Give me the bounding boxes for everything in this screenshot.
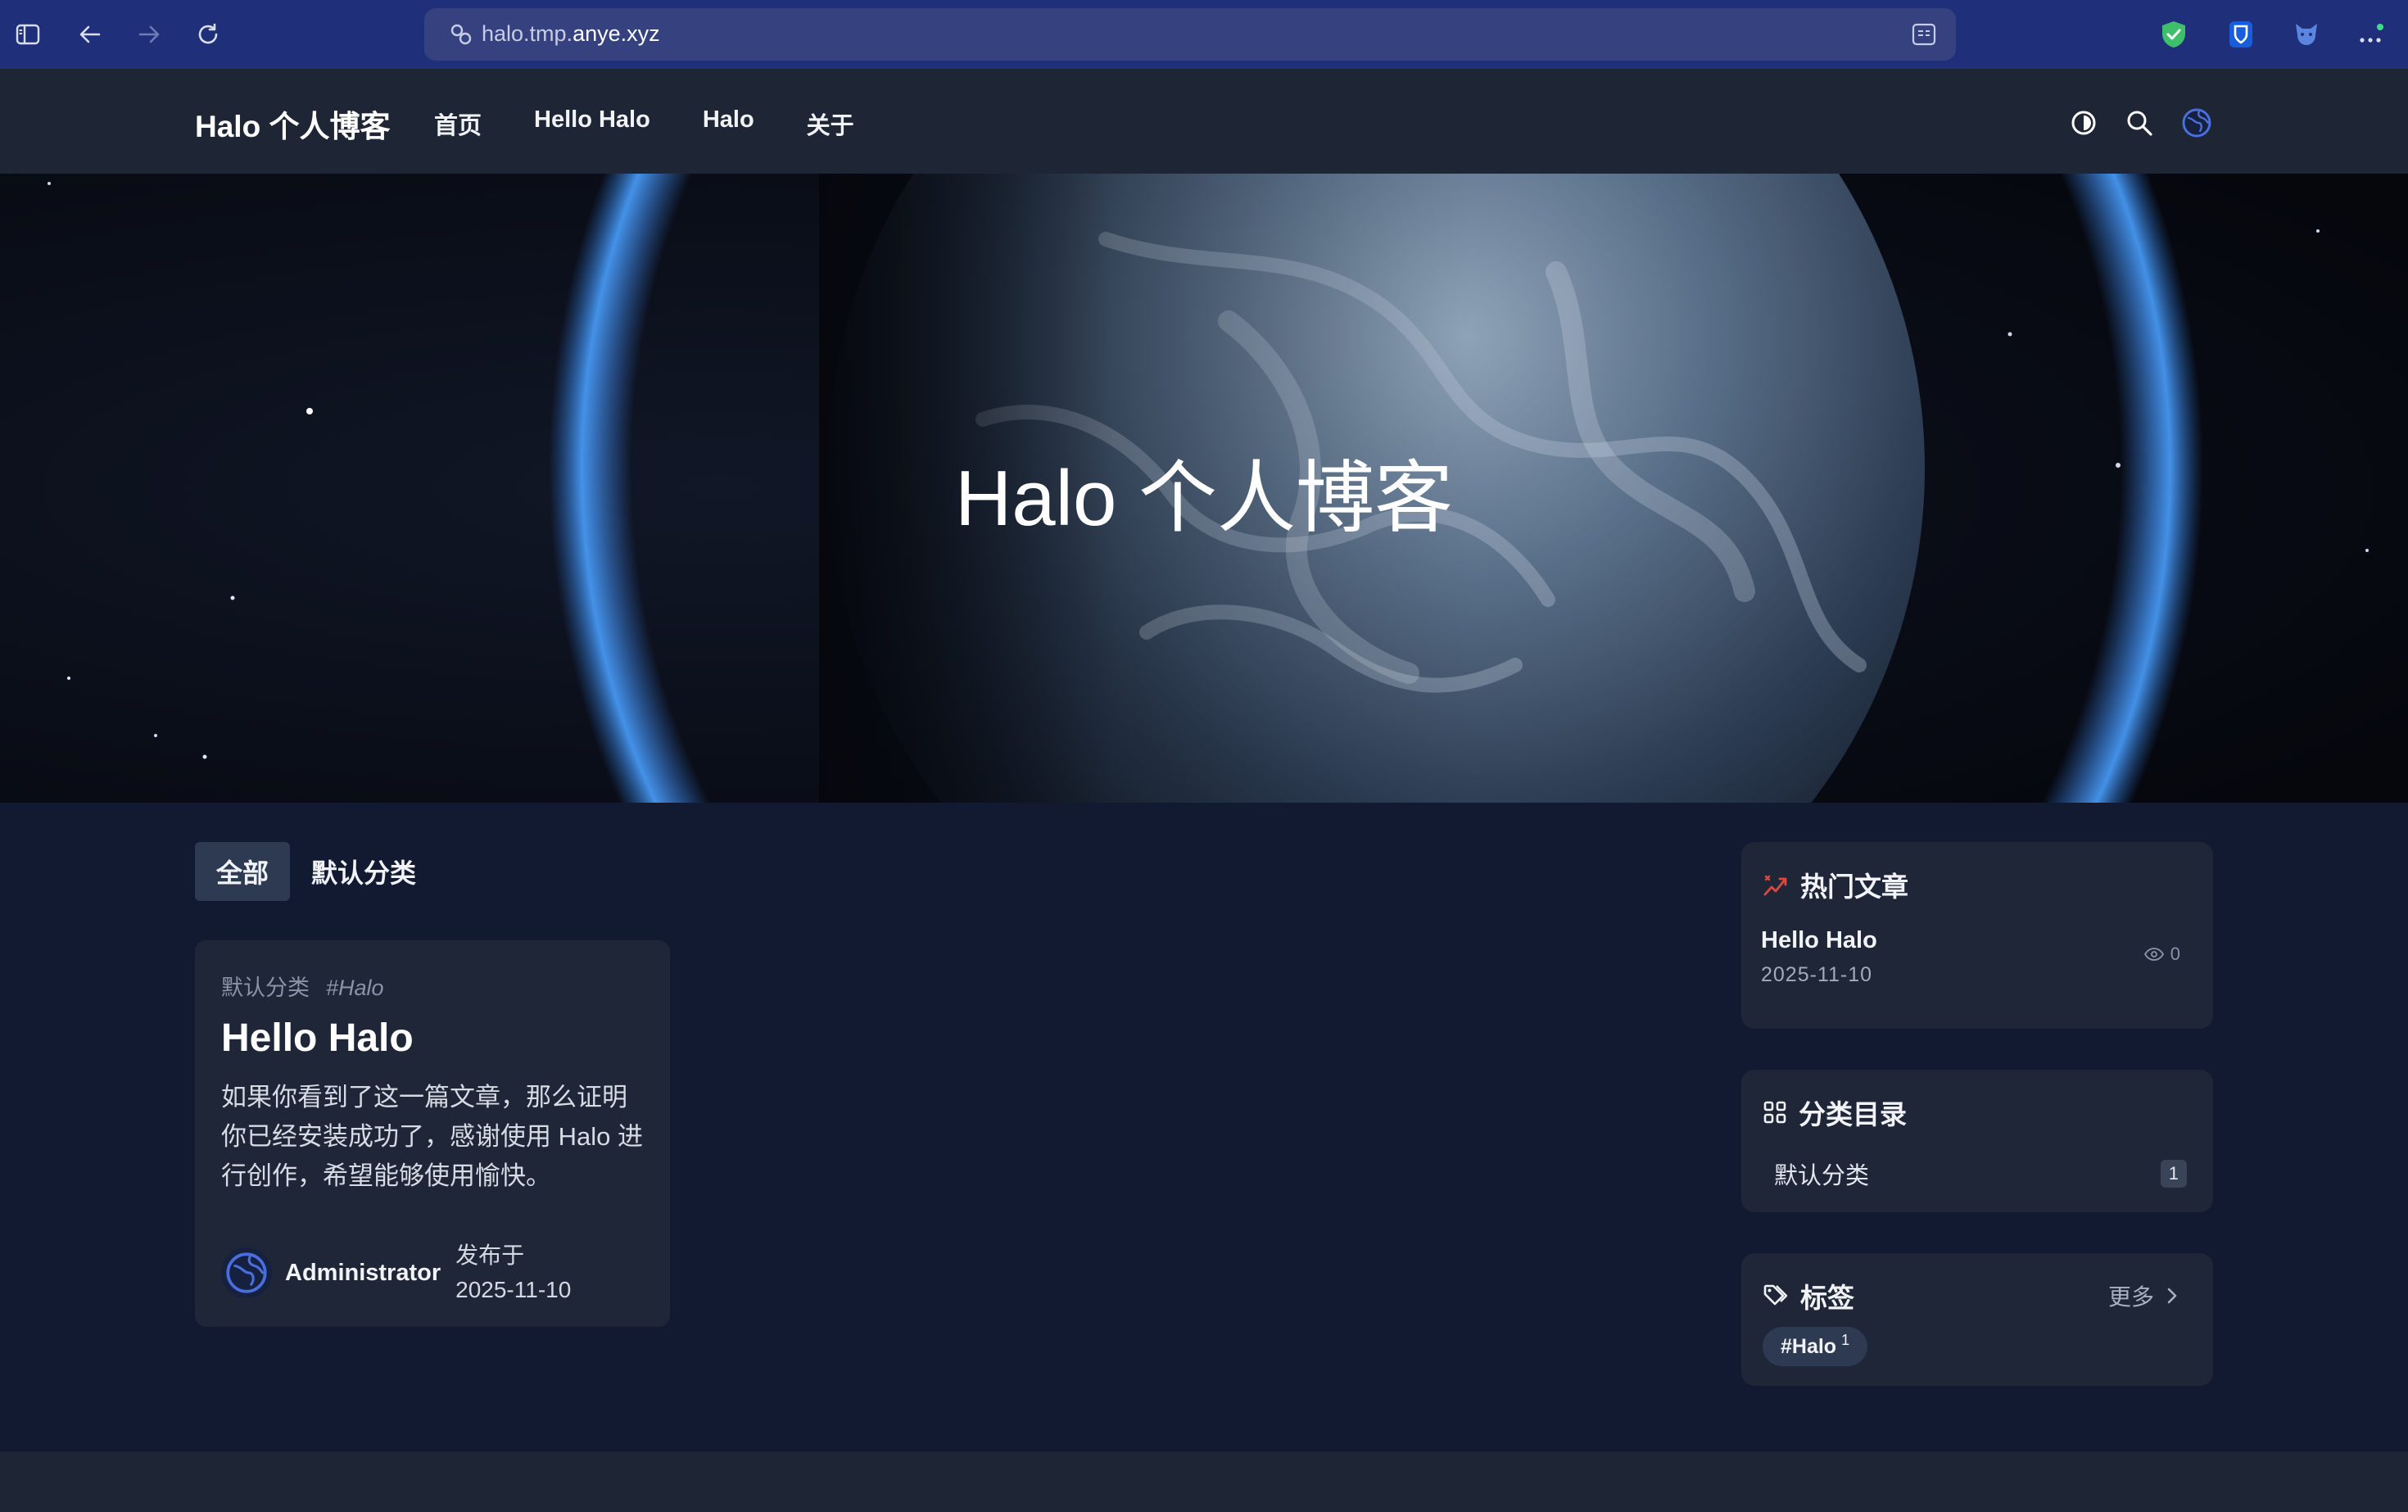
category-name: 默认分类 xyxy=(1774,1163,1870,1189)
category-tabs: 全部 默认分类 xyxy=(195,842,437,901)
back-arrow-icon[interactable] xyxy=(72,16,108,52)
post-publish-info: 发布于 2025-11-10 xyxy=(455,1238,571,1307)
post-title-link[interactable]: Hello Halo xyxy=(221,1016,414,1061)
categories-widget: 分类目录 默认分类 1 xyxy=(1741,1070,2213,1212)
tab-all[interactable]: 全部 xyxy=(195,842,291,901)
popular-post-title-link[interactable]: Hello Halo xyxy=(1761,927,1877,954)
more-extensions-icon[interactable] xyxy=(2352,16,2388,52)
popular-posts-widget: 热门文章 Hello Halo 2025-11-10 0 xyxy=(1741,842,2213,1029)
sidebar-toggle-icon[interactable] xyxy=(10,16,46,52)
categories-title: 分类目录 xyxy=(1799,1099,1907,1129)
post-author: Administrator 发布于 2025-11-10 xyxy=(221,1238,571,1307)
post-excerpt: 如果你看到了这一篇文章，那么证明你已经安装成功了，感谢使用 Halo 进行创作，… xyxy=(221,1083,643,1190)
tags-title: 标签 xyxy=(1800,1283,1854,1313)
site-header: Halo 个人博客 首页 Hello Halo Halo 关于 xyxy=(0,69,2408,174)
url-text: halo.tmp.anye.xyz xyxy=(482,21,660,46)
post-tag-link[interactable]: #Halo xyxy=(326,976,384,1000)
search-icon[interactable] xyxy=(2121,105,2157,141)
publish-date: 2025-11-10 xyxy=(455,1277,572,1302)
main-nav: 首页 Hello Halo Halo 关于 xyxy=(434,106,907,141)
author-name[interactable]: Administrator xyxy=(285,1260,441,1287)
nav-item-hello-halo[interactable]: Hello Halo xyxy=(534,106,650,141)
tags-widget: 标签 更多 #Halo 1 xyxy=(1741,1253,2213,1386)
address-bar[interactable]: halo.tmp.anye.xyz xyxy=(424,8,1956,61)
tags-header: 标签 xyxy=(1763,1276,1854,1315)
post-meta: 默认分类 #Halo xyxy=(221,970,384,1002)
hero-banner: Halo 个人博客 xyxy=(0,174,2408,803)
post-card[interactable]: 默认分类 #Halo Hello Halo 如果你看到了这一篇文章，那么证明你已经… xyxy=(195,940,670,1327)
publish-label: 发布于 xyxy=(455,1243,525,1268)
category-count-badge: 1 xyxy=(2160,1160,2187,1188)
globe-avatar-icon xyxy=(226,1252,267,1293)
grid-icon xyxy=(1763,1101,1786,1124)
forward-arrow-icon[interactable] xyxy=(131,16,167,52)
eye-icon xyxy=(2143,948,2164,961)
tag-icon xyxy=(1763,1284,1788,1306)
site-footer xyxy=(0,1451,2408,1512)
popular-post-date: 2025-11-10 xyxy=(1761,963,1873,986)
chevron-right-icon xyxy=(2167,1288,2177,1304)
nav-item-halo[interactable]: Halo xyxy=(703,106,754,141)
nav-item-about[interactable]: 关于 xyxy=(807,106,854,141)
popular-posts-title: 热门文章 xyxy=(1800,871,1908,902)
more-label: 更多 xyxy=(2107,1284,2154,1310)
tag-chip-halo[interactable]: #Halo 1 xyxy=(1763,1327,1868,1366)
categories-header: 分类目录 xyxy=(1763,1093,1907,1132)
post-category-link[interactable]: 默认分类 xyxy=(221,976,310,1000)
views-count: 0 xyxy=(2170,944,2180,964)
tag-chip-label: #Halo xyxy=(1781,1334,1837,1358)
hero-title: Halo 个人博客 xyxy=(954,455,1454,542)
browser-toolbar: halo.tmp.anye.xyz xyxy=(0,0,2408,69)
user-avatar-icon[interactable] xyxy=(2179,105,2215,141)
fox-extension-icon[interactable] xyxy=(2288,16,2324,52)
site-settings-icon[interactable] xyxy=(449,23,473,50)
popular-posts-header: 热门文章 xyxy=(1763,865,1908,904)
nav-item-home[interactable]: 首页 xyxy=(434,106,482,141)
category-item[interactable]: 默认分类 1 xyxy=(1774,1157,2187,1191)
author-avatar[interactable] xyxy=(221,1247,272,1298)
tab-default-category[interactable]: 默认分类 xyxy=(290,842,437,901)
theme-toggle-icon[interactable] xyxy=(2066,105,2102,141)
adblock-shield-icon[interactable] xyxy=(2156,16,2192,52)
site-brand-link[interactable]: Halo 个人博客 xyxy=(195,102,390,146)
reader-mode-icon[interactable] xyxy=(1912,23,1936,50)
tag-chip-count: 1 xyxy=(1841,1331,1850,1348)
reload-icon[interactable] xyxy=(190,16,226,52)
password-manager-shield-icon[interactable] xyxy=(2223,16,2259,52)
trending-icon xyxy=(1763,875,1787,896)
popular-post-views: 0 xyxy=(2143,944,2180,965)
more-tags-link[interactable]: 更多 xyxy=(2108,1279,2180,1312)
